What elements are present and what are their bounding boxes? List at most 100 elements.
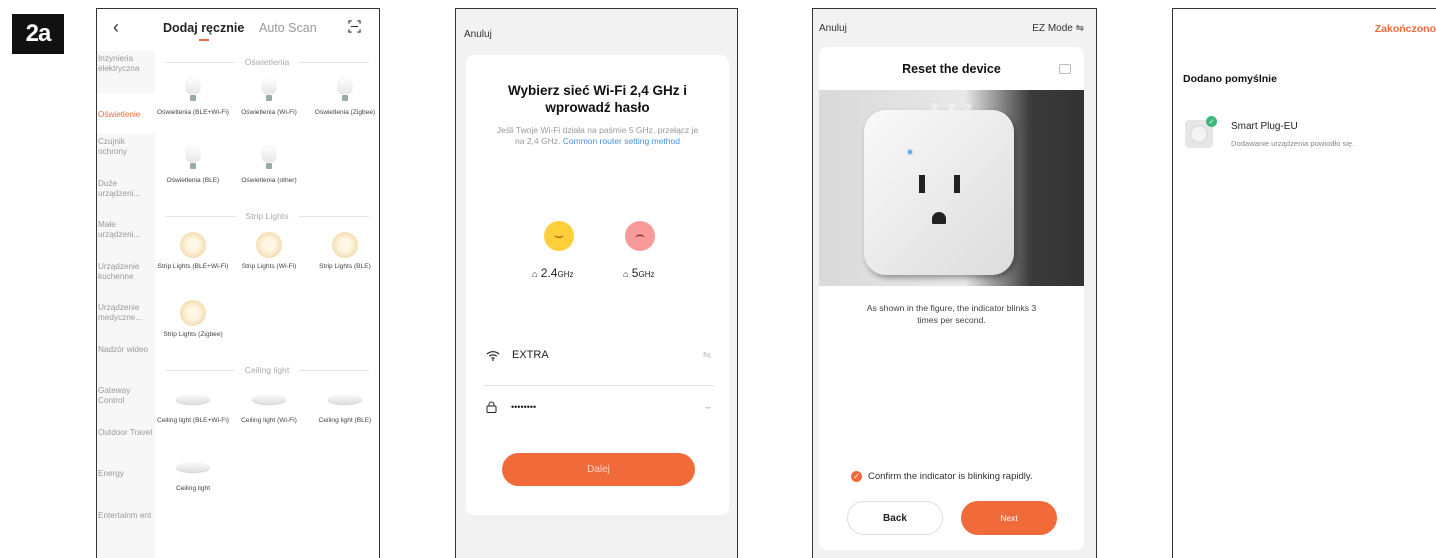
sidebar-item[interactable]: Oświetlenie xyxy=(97,92,155,134)
section-title-text: Oświetlenia xyxy=(244,57,290,67)
sidebar-item[interactable]: Czujnik ochrony xyxy=(97,134,155,176)
next-button[interactable]: Dalej xyxy=(502,453,695,486)
switch-network-icon[interactable]: ⇋ xyxy=(703,350,711,361)
device-image xyxy=(186,78,200,104)
device-tile-label: Ceiling light (Wi-Fi) xyxy=(241,417,297,424)
device-tile[interactable]: Oświetlenia (Wi-Fi) xyxy=(231,73,307,137)
sidebar-item[interactable]: Urządzenie kuchenne xyxy=(97,259,155,301)
password-value: •••••••• xyxy=(511,402,537,412)
happy-face-icon: ⌣ xyxy=(544,221,574,251)
sidebar-item[interactable]: Energy xyxy=(97,466,155,508)
ssid-field[interactable]: EXTRA ⇋ xyxy=(486,349,711,361)
sidebar-item[interactable]: Urządzenie medyczne... xyxy=(97,300,155,342)
sidebar-item[interactable]: Entertainm ent xyxy=(97,508,155,550)
bulb-icon xyxy=(155,141,231,177)
bulb-icon xyxy=(155,73,231,109)
back-chevron-icon[interactable]: ‹ xyxy=(113,17,119,38)
device-tile-label: Strip Lights (Zigbee) xyxy=(163,331,223,338)
device-tile-label: Oświetlenia (Zigbee) xyxy=(314,109,376,116)
device-tile[interactable]: Oświetlenia (Zigbee) xyxy=(307,73,379,137)
sidebar-item[interactable]: Duże urządzeni... xyxy=(97,176,155,218)
device-tile[interactable]: Strip Lights (Wi-Fi) xyxy=(231,227,307,291)
ceiling-light-icon xyxy=(155,381,231,417)
section-title: Oświetlenia xyxy=(155,51,379,73)
ssid-value: EXTRA xyxy=(512,349,549,361)
step-indicator: ① ② ③ xyxy=(931,102,976,112)
router-icon: ⌂ xyxy=(532,269,538,279)
device-image xyxy=(256,232,282,258)
strip-light-icon xyxy=(307,227,379,263)
tab-auto-scan[interactable]: Auto Scan xyxy=(259,21,317,35)
cancel-link[interactable]: Anuluj xyxy=(819,23,847,34)
device-tile-label: Ceiling light (BLE) xyxy=(318,417,372,424)
device-image xyxy=(338,78,352,104)
sidebar-item[interactable]: Gateway Control xyxy=(97,383,155,425)
back-button[interactable]: Back xyxy=(847,501,943,535)
password-field[interactable]: •••••••• ⌣ xyxy=(486,401,711,413)
router-icon: ⌂ xyxy=(623,269,629,279)
bulb-icon xyxy=(231,141,307,177)
top-bar: Anuluj EZ Mode ⇋ xyxy=(813,9,1096,49)
sidebar-item[interactable]: Outdoor Travel xyxy=(97,425,155,467)
wifi-subtitle: Jeśli Twoje Wi-Fi działa na paśmie 5 GHz… xyxy=(466,125,729,147)
device-image xyxy=(328,394,362,404)
device-image xyxy=(252,394,286,404)
done-button[interactable]: Zakończono xyxy=(1375,23,1436,35)
socket-slot xyxy=(919,175,925,193)
sidebar-item[interactable]: Małe urządzeni... xyxy=(97,217,155,259)
tab-manual-add[interactable]: Dodaj ręcznie xyxy=(163,21,244,35)
socket-ground xyxy=(932,212,946,224)
band-24-unit: GHz xyxy=(557,270,574,279)
device-photo: ① ② ③ xyxy=(819,90,1084,286)
ez-mode-switch[interactable]: EZ Mode ⇋ xyxy=(1032,23,1084,34)
video-icon[interactable] xyxy=(1059,64,1071,74)
strip-light-icon xyxy=(155,295,231,331)
scan-icon[interactable] xyxy=(348,20,361,33)
device-tile-label: Ceiling light xyxy=(175,485,211,492)
device-tile[interactable]: Oświetlenia (BLE) xyxy=(155,141,231,205)
device-tile[interactable]: Oświetlenia (other) xyxy=(231,141,307,205)
category-sidebar: Inżynieria elektryczna Oświetlenie Czujnik… xyxy=(97,51,155,558)
reset-title: Reset the device xyxy=(902,62,1001,76)
confirm-label: Confirm the indicator is blinking rapidl… xyxy=(868,471,1033,482)
device-tile[interactable]: Oświetlenia (BLE+Wi-Fi) xyxy=(155,73,231,137)
phone-wifi-setup: Anuluj Wybierz sieć Wi-Fi 2,4 GHz i wpro… xyxy=(455,8,738,558)
sidebar-item[interactable]: Inżynieria elektryczna xyxy=(97,51,155,93)
smart-plug-image xyxy=(864,110,1014,275)
device-tile[interactable]: Strip Lights (BLE+Wi-Fi) xyxy=(155,227,231,291)
router-setting-link[interactable]: Common router setting method xyxy=(563,136,680,146)
device-tile[interactable]: Ceiling light (BLE) xyxy=(307,381,379,445)
device-tile[interactable]: Ceiling light (Wi-Fi) xyxy=(231,381,307,445)
confirm-checkbox[interactable]: ✓ Confirm the indicator is blinking rapi… xyxy=(851,471,1033,482)
band-24-value: 2.4 xyxy=(540,266,558,280)
reset-description: As shown in the figure, the indicator bl… xyxy=(866,303,1037,325)
device-name[interactable]: Smart Plug-EU xyxy=(1231,121,1298,132)
device-tile-label: Strip Lights (BLE) xyxy=(319,263,371,270)
section-title: Strip Lights xyxy=(155,205,379,227)
device-tile[interactable]: Ceiling light xyxy=(155,449,231,513)
figure-label: 2a xyxy=(12,14,64,54)
device-tile-label: Oświetlenia (BLE) xyxy=(166,177,220,184)
device-tile-label: Strip Lights (BLE+Wi-Fi) xyxy=(157,263,229,270)
device-grid: Strip Lights (BLE+Wi-Fi) Strip Lights (Wi… xyxy=(155,227,379,359)
device-tile-label: Oświetlenia (other) xyxy=(241,177,297,184)
device-image xyxy=(180,232,206,258)
device-image xyxy=(332,232,358,258)
sidebar-item[interactable]: Nadzór wideo xyxy=(97,342,155,384)
reset-card: Reset the device ① ② ③ As shown in the f… xyxy=(819,47,1084,550)
eye-closed-icon[interactable]: ⌣ xyxy=(704,402,711,413)
section-title-text: Strip Lights xyxy=(245,211,289,221)
device-tile[interactable]: Strip Lights (BLE) xyxy=(307,227,379,291)
success-heading: Dodano pomyślnie xyxy=(1183,73,1277,85)
cancel-link[interactable]: Anuluj xyxy=(456,9,737,49)
device-image xyxy=(186,146,200,172)
device-tile[interactable]: Ceiling light (BLE+Wi-Fi) xyxy=(155,381,231,445)
indicator-led xyxy=(908,150,912,154)
next-button[interactable]: Next xyxy=(961,501,1057,535)
device-tile[interactable]: Strip Lights (Zigbee) xyxy=(155,295,231,359)
section-title: Ceiling light xyxy=(155,359,379,381)
device-tile-label: Oświetlenia (Wi-Fi) xyxy=(241,109,297,116)
device-image xyxy=(180,300,206,326)
smart-plug-icon[interactable]: ✓ xyxy=(1185,116,1217,148)
strip-light-icon xyxy=(231,227,307,263)
